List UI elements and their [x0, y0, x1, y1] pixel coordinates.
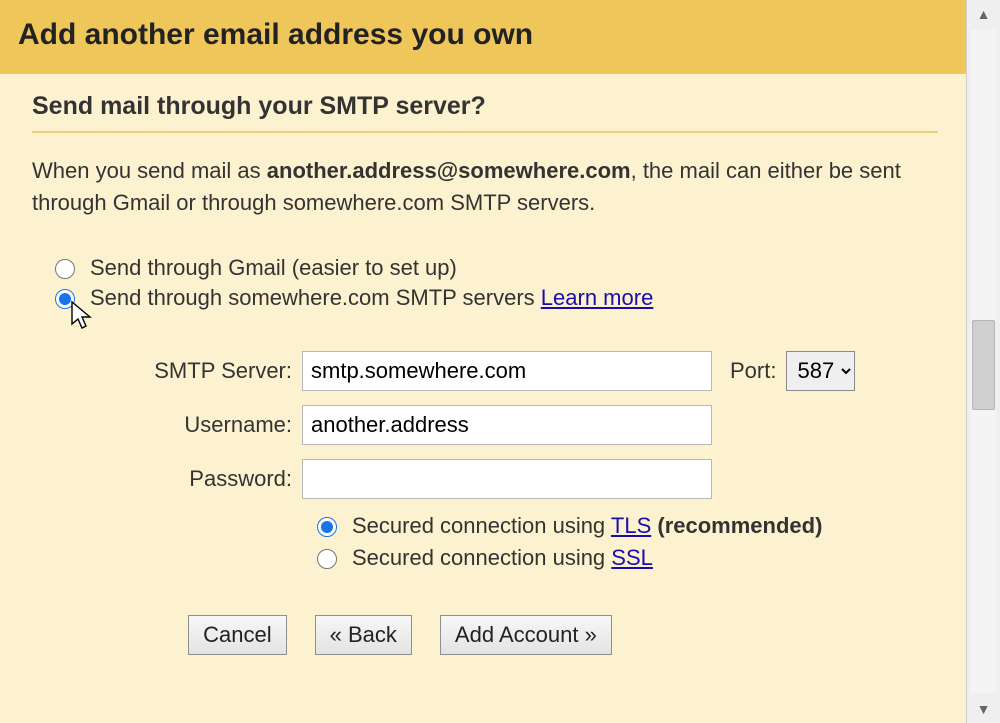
scrollbar-thumb[interactable]	[972, 320, 995, 410]
dialog-title: Add another email address you own	[18, 18, 946, 52]
send-route-options: Send through Gmail (easier to set up) Se…	[50, 255, 938, 311]
cancel-button[interactable]: Cancel	[188, 615, 286, 655]
vertical-scrollbar[interactable]: ▲ ▼	[966, 0, 1000, 723]
tls-link[interactable]: TLS	[611, 513, 651, 538]
password-row: Password:	[32, 459, 938, 499]
dialog-buttons: Cancel « Back Add Account »	[32, 615, 938, 655]
ssl-link[interactable]: SSL	[611, 545, 653, 570]
username-input[interactable]	[302, 405, 712, 445]
back-button[interactable]: « Back	[315, 615, 412, 655]
security-tls-prefix: Secured connection using	[352, 513, 611, 538]
intro-text: When you send mail as another.address@so…	[32, 155, 938, 219]
add-account-button[interactable]: Add Account »	[440, 615, 612, 655]
security-tls-radio[interactable]	[317, 517, 337, 537]
route-smtp-option[interactable]: Send through somewhere.com SMTP servers …	[50, 285, 938, 311]
route-smtp-label-text: Send through somewhere.com SMTP servers	[90, 285, 541, 310]
security-ssl-prefix: Secured connection using	[352, 545, 611, 570]
password-label: Password:	[32, 466, 302, 492]
security-tls-suffix: (recommended)	[651, 513, 822, 538]
learn-more-link[interactable]: Learn more	[541, 285, 654, 310]
intro-email: another.address@somewhere.com	[267, 158, 631, 183]
smtp-server-label: SMTP Server:	[32, 358, 302, 384]
security-options: Secured connection using TLS (recommende…	[312, 513, 938, 571]
port-label: Port:	[730, 358, 776, 384]
dialog-body: Send mail through your SMTP server? When…	[0, 74, 966, 723]
scrollbar-down-arrow-icon[interactable]: ▼	[967, 695, 1000, 723]
dialog-header: Add another email address you own	[0, 0, 966, 74]
scrollbar-up-arrow-icon[interactable]: ▲	[967, 0, 1000, 28]
route-gmail-label: Send through Gmail (easier to set up)	[90, 255, 457, 281]
divider	[32, 131, 938, 133]
route-smtp-radio[interactable]	[55, 289, 75, 309]
username-row: Username:	[32, 405, 938, 445]
route-gmail-radio[interactable]	[55, 259, 75, 279]
intro-prefix: When you send mail as	[32, 158, 267, 183]
security-ssl-option[interactable]: Secured connection using SSL	[312, 545, 938, 571]
route-smtp-label: Send through somewhere.com SMTP servers …	[90, 285, 653, 311]
security-ssl-radio[interactable]	[317, 549, 337, 569]
password-input[interactable]	[302, 459, 712, 499]
username-label: Username:	[32, 412, 302, 438]
smtp-server-input[interactable]	[302, 351, 712, 391]
security-tls-option[interactable]: Secured connection using TLS (recommende…	[312, 513, 938, 539]
security-ssl-label: Secured connection using SSL	[352, 545, 653, 571]
dialog-subheading: Send mail through your SMTP server?	[32, 92, 938, 121]
smtp-server-row: SMTP Server: Port: 587	[32, 351, 938, 391]
security-tls-label: Secured connection using TLS (recommende…	[352, 513, 822, 539]
port-select[interactable]: 587	[786, 351, 855, 391]
route-gmail-option[interactable]: Send through Gmail (easier to set up)	[50, 255, 938, 281]
smtp-form: SMTP Server: Port: 587 Username: Passwor…	[32, 351, 938, 571]
